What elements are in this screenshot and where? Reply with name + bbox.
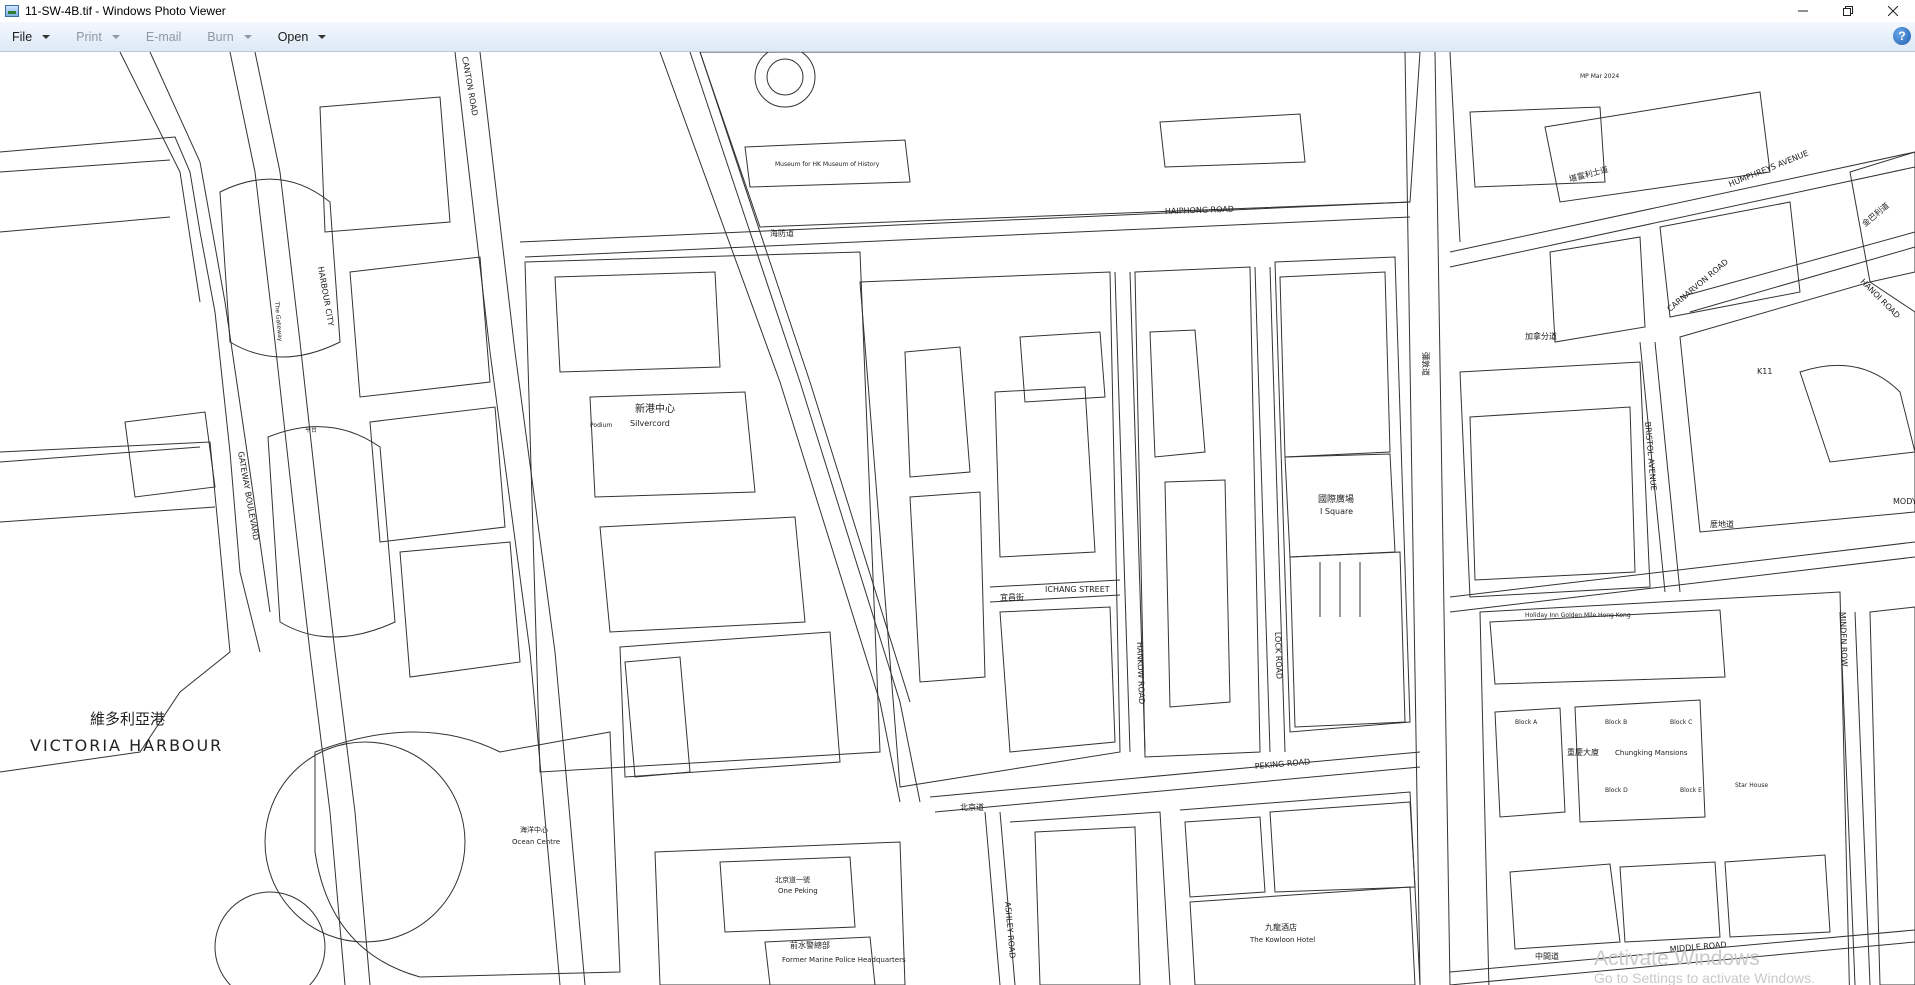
chevron-down-icon bbox=[42, 34, 51, 39]
gateway-boulevard-label: GATEWAY BOULEVARD bbox=[236, 451, 260, 541]
block-b-label: Block B bbox=[1605, 719, 1627, 726]
print-menu-label: Print bbox=[76, 29, 102, 44]
print-menu-button[interactable]: Print bbox=[64, 25, 128, 49]
star-house-label: Star House bbox=[1735, 782, 1768, 789]
harbour-label-en: VICTORIA HARBOUR bbox=[30, 736, 223, 755]
burn-menu-label: Burn bbox=[207, 29, 234, 44]
harbour-label-zh: 維多利亞港 bbox=[90, 710, 165, 728]
k11-label: K11 bbox=[1757, 367, 1772, 376]
title-bar: 11-SW-4B.tif - Windows Photo Viewer bbox=[0, 0, 1915, 22]
watermark-line1: Activate Windows bbox=[1594, 947, 1760, 970]
one-peking-label-zh: 北京道一號 bbox=[775, 875, 810, 884]
mody-road-label: MODY bbox=[1893, 497, 1915, 506]
chungking-label-zh: 重慶大廈 bbox=[1567, 747, 1599, 757]
block-d-label: Block D bbox=[1605, 787, 1628, 794]
one-peking-label-en: One Peking bbox=[778, 887, 818, 895]
restore-button[interactable] bbox=[1825, 0, 1870, 22]
chungking-label-en: Chungking Mansions bbox=[1615, 749, 1688, 757]
minimize-button[interactable] bbox=[1780, 0, 1825, 22]
humphreys-avenue-label: HUMPHREYS AVENUE bbox=[1727, 149, 1809, 189]
restore-icon bbox=[1842, 6, 1853, 16]
hillwood-label-zh: 堪富利士道 bbox=[1568, 164, 1609, 184]
holiday-inn-label: Holiday Inn Golden Mile Hong Kong bbox=[1525, 612, 1631, 619]
marine-police-label-zh: 前水警總部 bbox=[790, 940, 830, 950]
block-c-label: Block C bbox=[1670, 719, 1692, 726]
mody-road-label-zh: 麼地道 bbox=[1710, 519, 1734, 529]
email-button[interactable]: E-mail bbox=[134, 25, 189, 49]
ichang-street-label: ICHANG STREET bbox=[1045, 585, 1110, 594]
file-menu-button[interactable]: File bbox=[0, 25, 58, 49]
minden-row-label: MINDEN ROW bbox=[1838, 612, 1849, 667]
activation-watermark: Activate Windows Go to Settings to activ… bbox=[1594, 947, 1815, 985]
kowloon-hotel-label-zh: 九龍酒店 bbox=[1265, 922, 1297, 932]
harbour-city-label: HARBOUR CITY bbox=[316, 266, 335, 327]
silvercord-label-en: Silvercord bbox=[630, 419, 670, 428]
silvercord-label-zh: 新港中心 bbox=[635, 402, 675, 415]
open-menu-button[interactable]: Open bbox=[266, 25, 335, 49]
middle-road-label-zh: 中間道 bbox=[1535, 951, 1559, 961]
minimize-icon bbox=[1797, 10, 1808, 12]
burn-menu-button[interactable]: Burn bbox=[195, 25, 259, 49]
hankow-road-label: HANKOW ROAD bbox=[1135, 642, 1146, 705]
chevron-down-icon bbox=[111, 34, 120, 39]
lock-road-label: LOCK ROAD bbox=[1273, 632, 1284, 679]
email-label: E-mail bbox=[145, 29, 182, 44]
ichang-street-label-zh: 宜昌街 bbox=[1000, 592, 1024, 602]
museum-label: Museum for HK Museum of History bbox=[775, 161, 880, 168]
block-a-label: Block A bbox=[1515, 719, 1538, 726]
kowloon-hotel-label-en: The Kowloon Hotel bbox=[1249, 936, 1315, 944]
haiphong-road-label-zh: 海防道 bbox=[770, 228, 794, 238]
mp-note-label: MP Mar 2024 bbox=[1580, 73, 1619, 80]
peking-road-label-zh: 北京道 bbox=[960, 802, 984, 812]
chevron-down-icon bbox=[243, 34, 252, 39]
podium-label: Podium bbox=[590, 422, 612, 429]
ashley-road-label: ASHLEY ROAD bbox=[1003, 901, 1017, 958]
close-icon bbox=[1887, 6, 1898, 16]
chevron-down-icon bbox=[318, 34, 327, 39]
help-icon: ? bbox=[1898, 29, 1906, 43]
podium-label-zh: 平台 bbox=[305, 426, 317, 434]
carnarvon-road-label-zh: 加拿分道 bbox=[1525, 331, 1557, 341]
window-controls bbox=[1780, 0, 1915, 22]
peking-road-label: PEKING ROAD bbox=[1254, 757, 1310, 771]
i-square-label-zh: 國際廣場 bbox=[1318, 493, 1354, 505]
kimberley-road-label-zh: 金巴利道 bbox=[1860, 200, 1891, 228]
command-bar: File Print E-mail Burn Open ? bbox=[0, 22, 1915, 52]
window-title: 11-SW-4B.tif - Windows Photo Viewer bbox=[25, 4, 226, 18]
photo-viewer-app-icon[interactable] bbox=[5, 5, 19, 17]
nathan-road-label-zh: 彌敦道 bbox=[1421, 352, 1431, 376]
open-menu-label: Open bbox=[277, 29, 309, 44]
haiphong-road-label: HAIPHONG ROAD bbox=[1165, 205, 1234, 216]
block-e-label: Block E bbox=[1680, 787, 1702, 794]
ocean-centre-label-en: Ocean Centre bbox=[512, 838, 560, 846]
ocean-centre-label-zh: 海洋中心 bbox=[520, 825, 548, 834]
watermark-line2: Go to Settings to activate Windows. bbox=[1594, 970, 1815, 985]
help-button[interactable]: ? bbox=[1893, 27, 1911, 45]
canton-road-label: CANTON ROAD bbox=[460, 56, 479, 117]
image-viewport[interactable]: 維多利亞港 VICTORIA HARBOUR 新港中心 Silvercord 國… bbox=[0, 52, 1915, 985]
close-button[interactable] bbox=[1870, 0, 1915, 22]
file-menu-label: File bbox=[12, 29, 33, 44]
map-image: 維多利亞港 VICTORIA HARBOUR 新港中心 Silvercord 國… bbox=[0, 52, 1915, 985]
marine-police-label-en: Former Marine Police Headquarters bbox=[782, 956, 906, 964]
i-square-label-en: I Square bbox=[1320, 507, 1353, 516]
